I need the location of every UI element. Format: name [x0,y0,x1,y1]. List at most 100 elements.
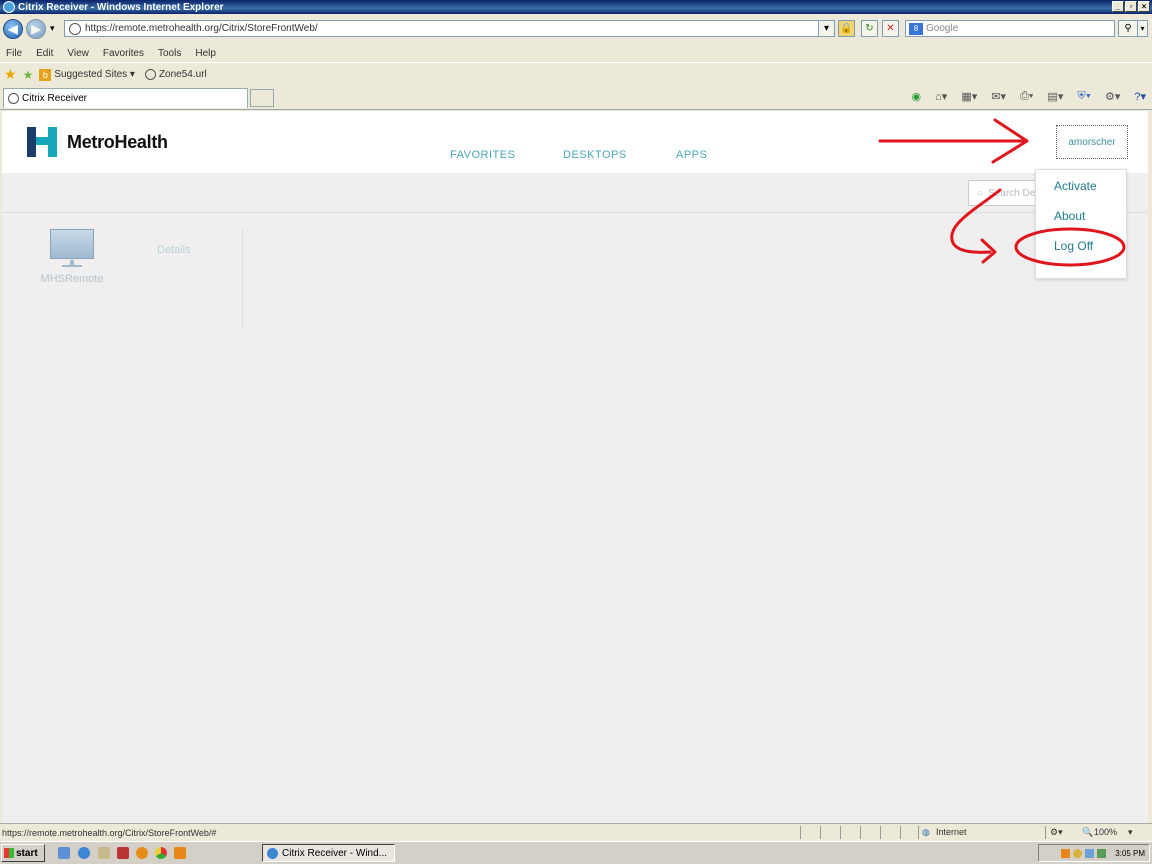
link-page-icon [144,69,156,80]
quicklaunch-other-icon[interactable] [174,847,186,859]
tab-citrix-receiver[interactable]: Citrix Receiver [3,88,248,108]
windows-flag-icon [4,848,14,858]
tab-page-icon [8,93,19,104]
start-button[interactable]: start [1,844,45,862]
desktop-tile-mhsremote[interactable]: MHSRemote [32,229,112,285]
menu-help[interactable]: Help [195,48,216,59]
favorites-star-icon[interactable]: ★ [4,66,17,83]
desktop-search-placeholder: Search De [988,187,1036,199]
menu-bar: File Edit View Favorites Tools Help [0,44,1152,62]
quicklaunch-tool-icon[interactable] [117,847,129,859]
receiver-header: MetroHealth FAVORITES DESKTOPS APPS amor… [2,111,1148,173]
task-ie-icon [267,847,278,859]
google-icon: 8 [909,22,923,35]
search-options-icon[interactable]: ▾ [1137,20,1148,37]
user-menu-button[interactable]: amorscher [1056,125,1128,159]
address-bar[interactable]: https://remote.metrohealth.org/Citrix/St… [64,20,834,37]
tab-title: Citrix Receiver [22,93,88,104]
history-dropdown-icon[interactable]: ▾ [50,23,55,34]
ie-logo-icon [3,1,15,13]
address-dropdown-icon[interactable]: ▾ [818,20,835,37]
tab-favorites[interactable]: FAVORITES [450,149,515,161]
stop-icon[interactable]: ✕ [882,20,899,37]
menu-view[interactable]: View [67,48,89,59]
home-icon[interactable]: ⌂▾ [935,90,947,103]
minimize-button[interactable]: _ [1112,1,1124,12]
metrohealth-mark-icon [27,127,59,157]
zone-url-link[interactable]: Zone54.url [159,69,207,80]
menu-item-about[interactable]: About [1054,209,1085,223]
bing-icon: b [39,68,52,81]
tools-gear-icon[interactable]: ⚙▾ [1105,90,1120,103]
help-icon[interactable]: ?▾ [1134,90,1146,103]
feeds-icon[interactable]: ▦▾ [961,90,977,103]
menu-edit[interactable]: Edit [36,48,53,59]
print-icon[interactable]: ⎙▾ [1020,90,1033,103]
tray-icon-3[interactable] [1085,848,1095,858]
tray-icon-4[interactable] [1097,848,1107,858]
close-window-button[interactable]: × [1138,1,1150,12]
restore-button[interactable]: ▫ [1125,1,1137,12]
username: amorscher [1068,136,1116,148]
user-dropdown-menu: Activate About Log Off [1035,169,1127,279]
quicklaunch-desktop-icon[interactable] [58,847,70,859]
status-bar: https://remote.metrohealth.org/Citrix/St… [0,823,1152,841]
menu-file[interactable]: File [6,48,22,59]
quicklaunch-app-icon[interactable] [98,847,110,859]
web-content: MetroHealth FAVORITES DESKTOPS APPS amor… [2,111,1148,823]
window-title-bar: Citrix Receiver - Windows Internet Explo… [0,0,1152,14]
quicklaunch-chrome-icon[interactable] [155,847,167,859]
system-tray: 3:05 PM [1038,844,1150,862]
metrohealth-logo[interactable]: MetroHealth [27,127,168,157]
globe-icon: ◍ [922,827,930,837]
mail-icon[interactable]: ✉▾ [991,90,1006,103]
quicklaunch-firefox-icon[interactable] [136,847,148,859]
menu-item-activate[interactable]: Activate [1054,179,1097,193]
address-url: https://remote.metrohealth.org/Citrix/St… [85,23,318,34]
desktop-monitor-icon [50,229,94,267]
search-go-icon[interactable]: ⚲ [1118,20,1138,37]
safety-icon[interactable]: ⛨▾ [1077,90,1091,103]
taskbar-task-citrix[interactable]: Citrix Receiver - Wind... [262,844,395,862]
details-link[interactable]: Details [157,244,191,256]
search-input[interactable]: 8 Google [905,20,1115,37]
page-icon [69,22,81,35]
taskbar: start Citrix Receiver - Wind... 3:05 PM [0,841,1152,864]
clock[interactable]: 3:05 PM [1115,849,1145,858]
tab-apps[interactable]: APPS [676,149,707,161]
addon-icon[interactable]: ◉ [912,90,922,103]
new-tab-button[interactable] [250,89,274,107]
tray-icon-1[interactable] [1061,848,1071,858]
zoom-level[interactable]: 100% [1094,827,1117,837]
add-favorite-icon[interactable]: ★ [23,68,34,82]
menu-item-logoff[interactable]: Log Off [1054,239,1093,253]
back-button[interactable]: ◀ [3,19,23,39]
tab-desktops[interactable]: DESKTOPS [563,149,627,161]
zoom-icon: 🔍 [1082,827,1094,837]
brand-name: MetroHealth [67,131,168,152]
task-title: Citrix Receiver - Wind... [282,847,388,859]
address-toolbar: ◀ ▶ ▾ https://remote.metrohealth.org/Cit… [0,14,1152,44]
menu-favorites[interactable]: Favorites [103,48,144,59]
lock-icon[interactable]: 🔒 [838,20,855,37]
zoom-dropdown-icon[interactable]: ▾ [1128,827,1133,838]
desktop-name: MHSRemote [40,273,104,285]
command-bar: ◉ ⌂▾ ▦▾ ✉▾ ⎙▾ ▤▾ ⛨▾ ⚙▾ ?▾ [912,90,1146,103]
security-zone: Internet [936,827,967,837]
search-placeholder: Google [926,23,959,34]
status-url: https://remote.metrohealth.org/Citrix/St… [2,827,217,838]
page-menu-icon[interactable]: ▤▾ [1047,90,1063,103]
menu-tools[interactable]: Tools [158,48,181,59]
divider [242,229,243,329]
favorites-bar: ★ ★ b Suggested Sites ▾ Zone54.url [0,62,1152,86]
content-toolbar: ○ Search De [2,173,1148,213]
forward-button[interactable]: ▶ [26,19,46,39]
start-label: start [16,847,38,859]
quicklaunch-ie-icon[interactable] [78,847,90,859]
suggested-sites-link[interactable]: Suggested Sites ▾ [54,69,135,80]
search-icon: ○ [977,187,984,199]
refresh-icon[interactable]: ↻ [861,20,878,37]
window-title: Citrix Receiver - Windows Internet Explo… [18,1,224,13]
tray-icon-2[interactable] [1073,848,1083,858]
protected-mode-icon[interactable]: ⚙▾ [1050,827,1063,838]
